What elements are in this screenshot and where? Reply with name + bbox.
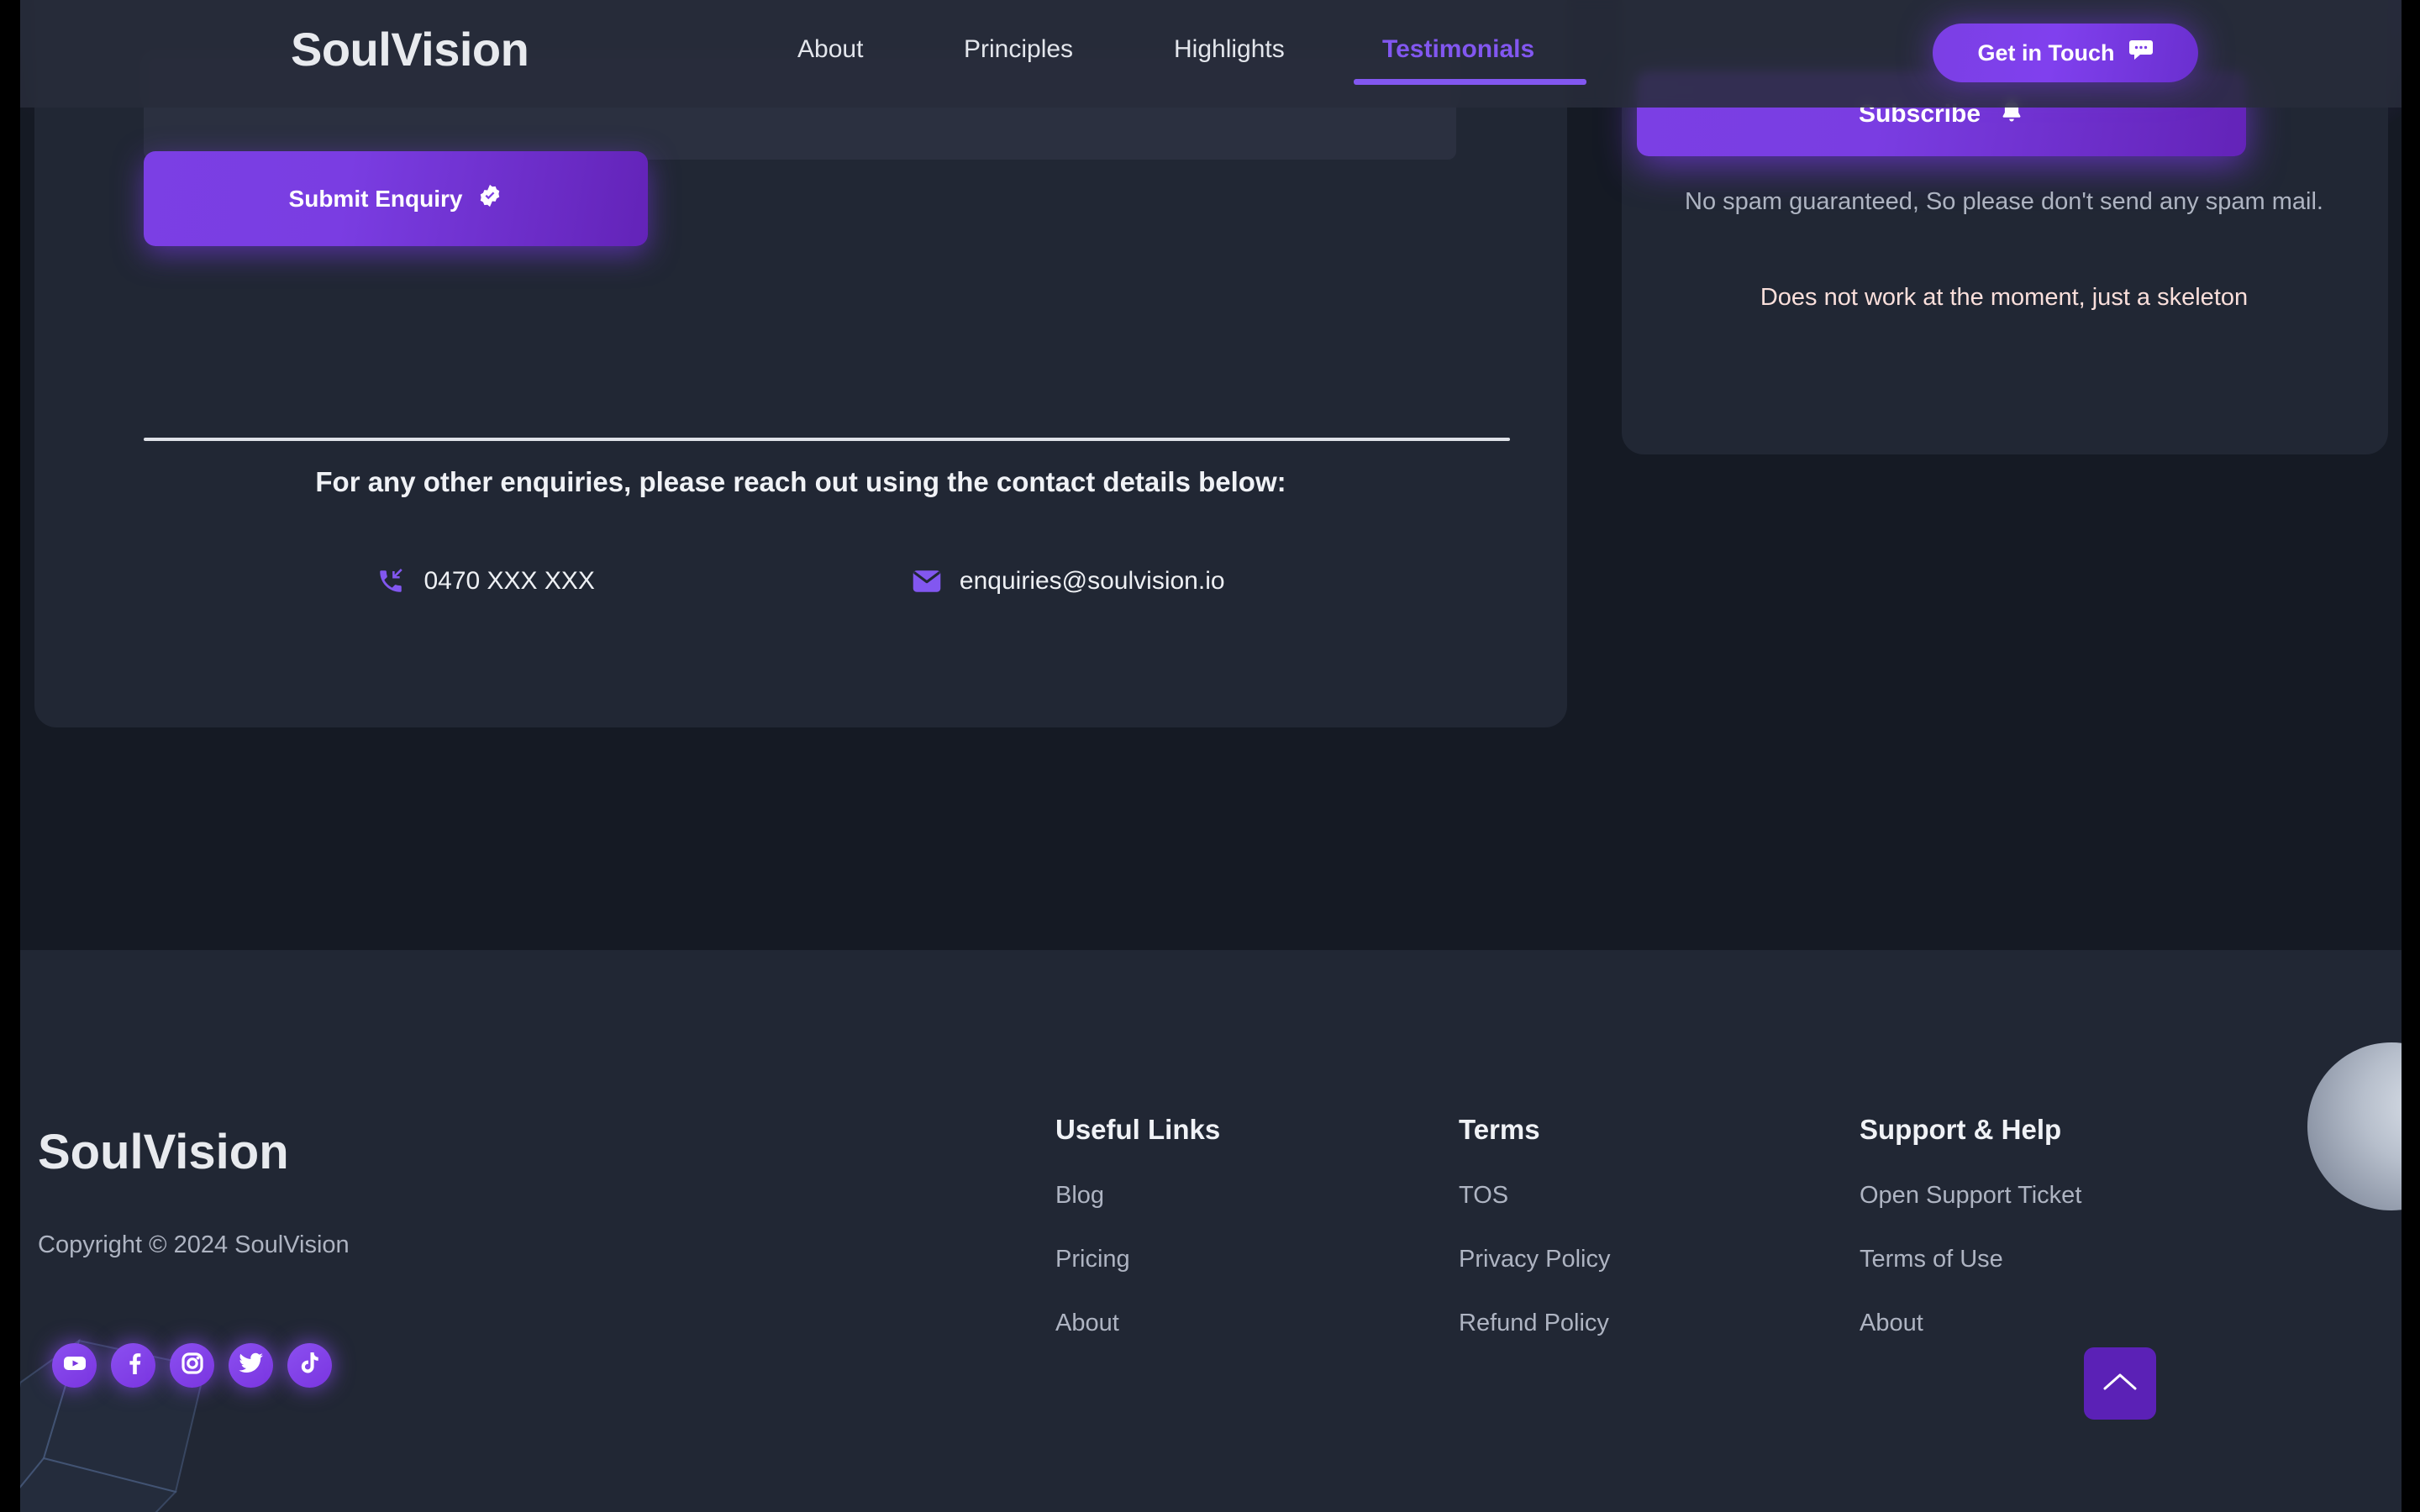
site-header: SoulVision About Principles Highlights T…	[20, 0, 2402, 108]
site-footer: SoulVision Copyright © 2024 SoulVision U…	[20, 950, 2402, 1512]
get-in-touch-label: Get in Touch	[1977, 39, 2115, 66]
social-link-tiktok[interactable]	[287, 1343, 332, 1388]
contact-divider	[144, 438, 1510, 441]
facebook-icon	[123, 1352, 145, 1379]
contact-details-row: 0470 XXX XXX enquiries@soulvision.io	[34, 567, 1567, 596]
footer-copyright: Copyright © 2024 SoulVision	[38, 1231, 350, 1258]
footer-link-tos[interactable]: TOS	[1459, 1182, 1611, 1210]
footer-column-title: Useful Links	[1055, 1114, 1221, 1145]
newsletter-warning: Does not work at the moment, just a skel…	[1760, 284, 2249, 311]
footer-column-title: Terms	[1459, 1114, 1540, 1145]
contact-email-value: enquiries@soulvision.io	[959, 567, 1225, 595]
tiktok-icon	[299, 1352, 321, 1379]
submit-enquiry-button[interactable]: Submit Enquiry	[144, 151, 648, 246]
nav-item-highlights[interactable]: Highlights	[1174, 35, 1285, 64]
back-to-top-button[interactable]	[2084, 1347, 2156, 1420]
envelope-icon	[913, 569, 941, 594]
submit-enquiry-label: Submit Enquiry	[288, 185, 463, 212]
footer-link-pricing[interactable]: Pricing	[1055, 1246, 1220, 1273]
page-root: Submit Enquiry For any other enquiries, …	[20, 0, 2402, 1512]
footer-column-terms: Terms TOS Privacy Policy Refund Policy	[1459, 1114, 1611, 1337]
contact-phone[interactable]: 0470 XXX XXX	[376, 567, 595, 596]
footer-link-blog[interactable]: Blog	[1055, 1182, 1220, 1210]
footer-link-privacy-policy[interactable]: Privacy Policy	[1459, 1246, 1611, 1273]
footer-column-support-help: Support & Help Open Support Ticket Terms…	[1860, 1114, 2081, 1337]
footer-link-about[interactable]: About	[1055, 1310, 1220, 1337]
newsletter-note: No spam guaranteed, So please don't send…	[1685, 188, 2323, 215]
instagram-icon	[181, 1352, 204, 1379]
youtube-icon	[62, 1354, 87, 1377]
contact-details-heading: For any other enquiries, please reach ou…	[315, 466, 1286, 497]
social-links-row	[52, 1343, 332, 1388]
footer-column-useful-links: Useful Links Blog Pricing About	[1055, 1114, 1220, 1337]
footer-column-title: Support & Help	[1860, 1114, 2062, 1145]
twitter-icon	[238, 1352, 264, 1378]
chevron-up-icon	[2101, 1370, 2139, 1398]
footer-brand: SoulVision	[38, 1125, 289, 1179]
contact-email[interactable]: enquiries@soulvision.io	[913, 567, 1225, 596]
nav-item-principles[interactable]: Principles	[964, 35, 1073, 64]
contact-enquiry-card: Submit Enquiry For any other enquiries, …	[34, 0, 1567, 727]
nav-item-testimonials[interactable]: Testimonials	[1382, 35, 1534, 64]
social-link-twitter[interactable]	[229, 1343, 273, 1388]
check-badge-icon	[477, 183, 502, 214]
footer-link-about[interactable]: About	[1860, 1310, 2081, 1337]
social-link-facebook[interactable]	[111, 1343, 155, 1388]
phone-incoming-icon	[376, 567, 405, 596]
get-in-touch-button[interactable]: Get in Touch	[1933, 24, 2198, 82]
footer-link-open-support-ticket[interactable]: Open Support Ticket	[1860, 1182, 2081, 1210]
social-link-youtube[interactable]	[52, 1343, 97, 1388]
brand-logo[interactable]: SoulVision	[291, 22, 529, 76]
nav-active-underline	[1354, 79, 1586, 85]
nav-item-about[interactable]: About	[797, 35, 863, 64]
contact-phone-value: 0470 XXX XXX	[424, 567, 595, 595]
chat-bubble-icon	[2128, 39, 2154, 68]
social-link-instagram[interactable]	[170, 1343, 214, 1388]
footer-link-terms-of-use[interactable]: Terms of Use	[1860, 1246, 2081, 1273]
footer-link-refund-policy[interactable]: Refund Policy	[1459, 1310, 1611, 1337]
